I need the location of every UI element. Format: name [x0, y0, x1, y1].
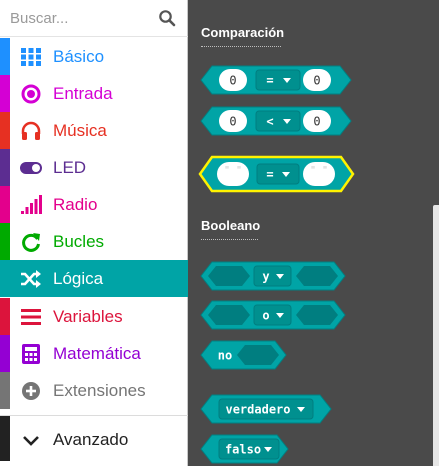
blocks-canvas: 0 = 0 0 < 0 " " = " " y o no verdadero f… [198, 65, 355, 464]
operator-dropdown[interactable] [253, 304, 292, 326]
false-label: falso [225, 443, 261, 457]
false-block[interactable]: falso [200, 434, 289, 464]
compare-eq-op: = [266, 74, 273, 88]
operator-dropdown[interactable] [253, 265, 292, 287]
compare-str-right: " " [310, 165, 328, 176]
compare-str-left: " " [224, 165, 242, 176]
boolean-slot[interactable] [208, 305, 250, 325]
compare-eq-left: 0 [229, 74, 236, 88]
operator-dropdown[interactable] [255, 69, 301, 91]
compare-string-block[interactable]: " " = " " [198, 155, 355, 193]
boolean-slot[interactable] [296, 305, 338, 325]
operator-dropdown[interactable] [256, 163, 300, 185]
not-label: no [218, 349, 232, 363]
true-label: verdadero [225, 403, 290, 417]
compare-lt-block[interactable]: 0 < 0 [200, 106, 352, 136]
compare-eq-block[interactable]: 0 = 0 [200, 65, 352, 95]
compare-lt-left: 0 [229, 115, 236, 129]
or-op: o [262, 309, 269, 323]
boolean-slot[interactable] [237, 345, 279, 365]
and-op: y [262, 270, 269, 284]
not-block[interactable]: no [200, 340, 287, 370]
compare-eq-right: 0 [313, 74, 320, 88]
workspace-scrollbar[interactable] [433, 205, 439, 466]
compare-lt-right: 0 [313, 115, 320, 129]
boolean-slot[interactable] [296, 266, 338, 286]
operator-dropdown[interactable] [255, 110, 301, 132]
compare-lt-op: < [266, 115, 273, 129]
or-block[interactable]: o [200, 300, 346, 330]
boolean-slot[interactable] [208, 266, 250, 286]
compare-str-op: = [266, 168, 273, 182]
and-block[interactable]: y [200, 261, 346, 291]
true-block[interactable]: verdadero [200, 394, 332, 424]
